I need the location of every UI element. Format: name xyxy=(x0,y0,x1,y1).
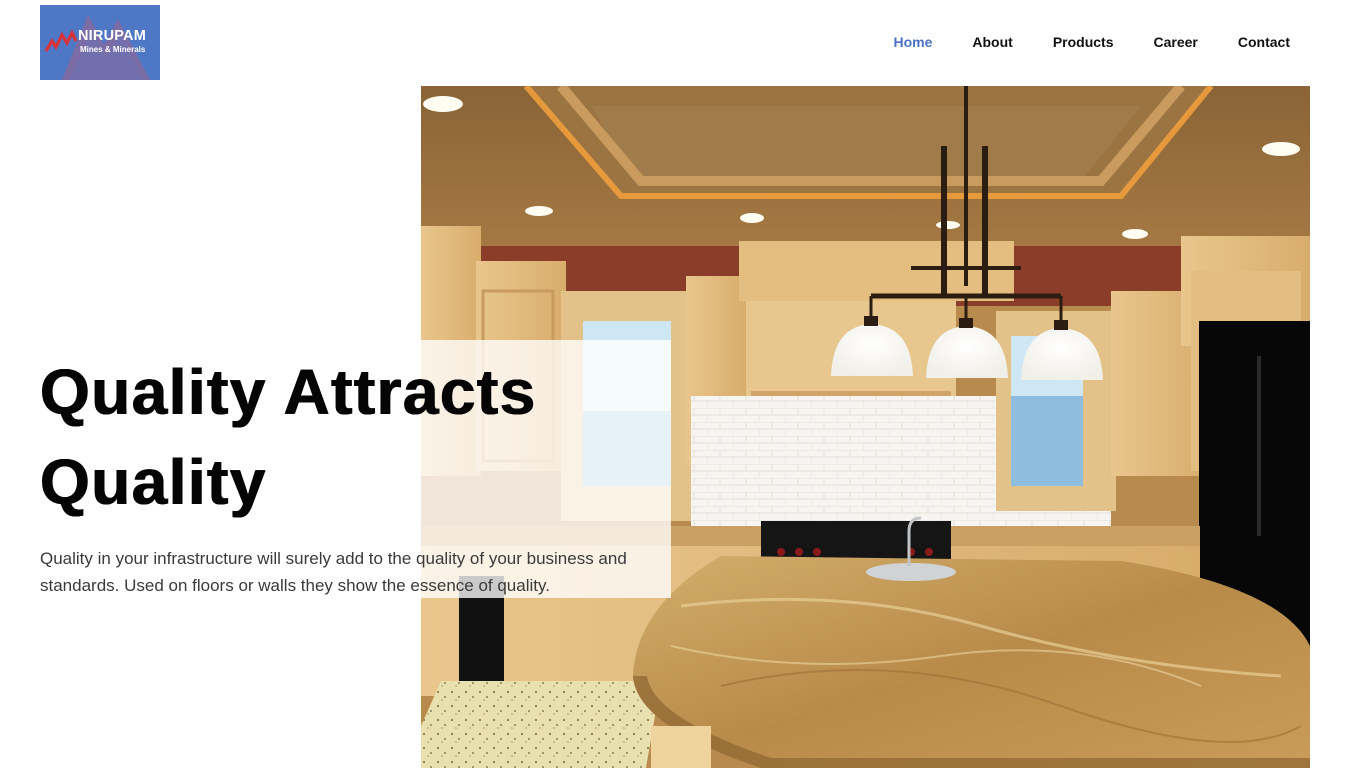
brand-name: NIRUPAM xyxy=(78,28,146,44)
hero-title-line-1: Quality Attracts xyxy=(40,356,537,428)
hero-title-line-2: Quality xyxy=(40,446,267,518)
brand-tagline: Mines & Minerals xyxy=(80,45,146,54)
nav-career[interactable]: Career xyxy=(1134,33,1218,51)
nav-about[interactable]: About xyxy=(952,33,1032,51)
page: NIRUPAM Mines & Minerals Home About Prod… xyxy=(0,0,1347,768)
site-logo[interactable]: NIRUPAM Mines & Minerals xyxy=(40,5,160,80)
nav-contact[interactable]: Contact xyxy=(1218,33,1290,51)
nav-products[interactable]: Products xyxy=(1033,33,1134,51)
main-nav: Home About Products Career Contact xyxy=(873,33,1290,51)
hero-title: Quality Attracts Quality xyxy=(40,347,680,527)
hero-description: Quality in your infrastructure will sure… xyxy=(40,549,627,595)
nav-home[interactable]: Home xyxy=(873,33,952,51)
